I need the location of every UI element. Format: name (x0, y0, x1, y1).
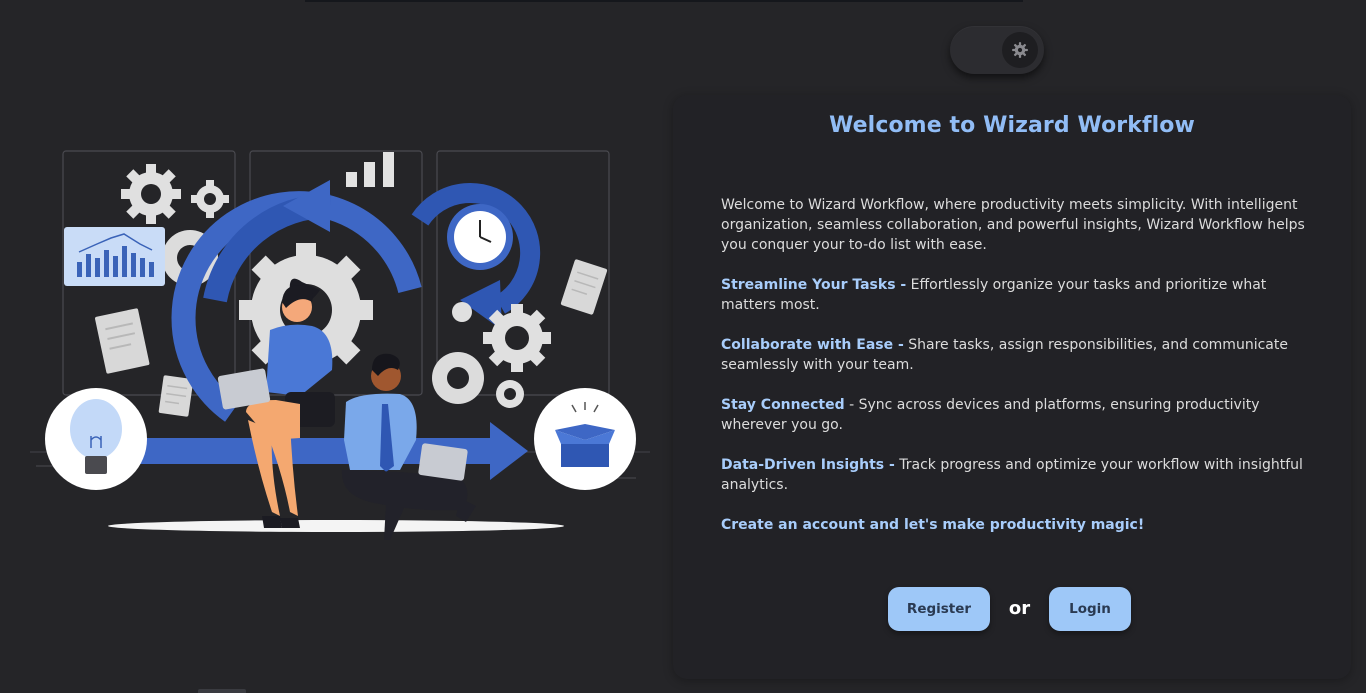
gear-icon (121, 164, 181, 224)
lightbulb-icon (45, 388, 147, 490)
feature-title: Stay Connected (721, 397, 845, 413)
feature-title: Streamline Your Tasks - (721, 277, 907, 293)
welcome-card: Welcome to Wizard Workflow Welcome to Wi… (673, 95, 1351, 679)
feature-item: Data-Driven Insights - Track progress an… (721, 455, 1311, 495)
feature-item: Collaborate with Ease - Share tasks, ass… (721, 335, 1311, 375)
gear-icon (1012, 42, 1028, 58)
bottom-handle (198, 689, 246, 693)
or-separator: or (1008, 598, 1031, 619)
call-to-action: Create an account and let's make product… (721, 517, 1145, 533)
toggle-knob[interactable] (1002, 32, 1038, 68)
feature-item: Streamline Your Tasks - Effortlessly org… (721, 275, 1311, 315)
productivity-illustration (30, 150, 650, 540)
register-button[interactable]: Register (888, 587, 990, 631)
box-icon (534, 388, 636, 490)
welcome-body: Welcome to Wizard Workflow, where produc… (721, 195, 1311, 555)
welcome-page: Welcome to Wizard Workflow Welcome to Wi… (0, 0, 1366, 693)
feature-title: Collaborate with Ease - (721, 337, 904, 353)
top-divider (305, 0, 1023, 2)
login-button[interactable]: Login (1049, 587, 1131, 631)
welcome-title: Welcome to Wizard Workflow (829, 113, 1195, 138)
feature-item: Stay Connected - Sync across devices and… (721, 395, 1311, 435)
theme-toggle[interactable] (950, 26, 1044, 74)
feature-title: Data-Driven Insights - (721, 457, 895, 473)
welcome-intro: Welcome to Wizard Workflow, where produc… (721, 197, 1305, 253)
clock-icon (447, 204, 513, 270)
